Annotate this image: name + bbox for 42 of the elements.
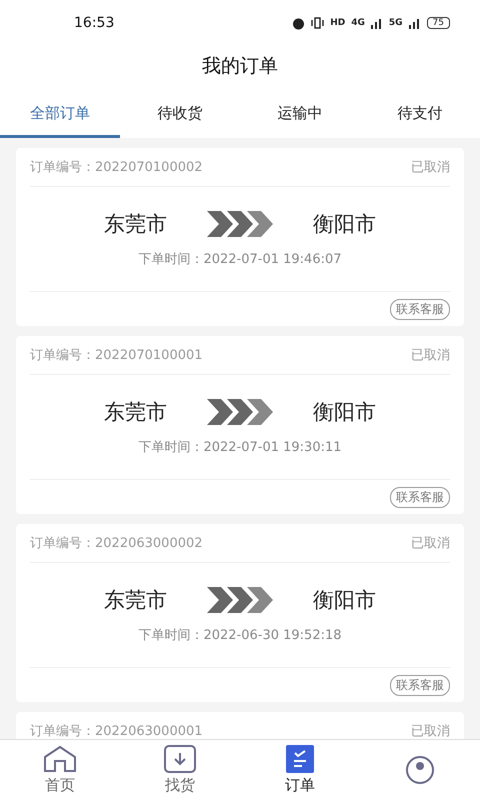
signal-icon (370, 18, 383, 28)
order-time: 下单时间：2022-06-30 19:52:18 (138, 627, 342, 644)
nav-item[interactable]: 首页 (0, 740, 120, 800)
page-title: 我的订单 (201, 54, 279, 79)
order-number: 订单编号：2022070100001 (30, 347, 203, 364)
vibrate-icon (311, 17, 324, 29)
destination-city: 衡阳市 (313, 211, 376, 238)
contact-service-button[interactable]: 联系客服 (390, 674, 450, 696)
origin-city: 东莞市 (104, 211, 167, 238)
order-number: 订单编号：2022063000001 (30, 723, 203, 739)
order-tab[interactable]: 待收货 (120, 92, 240, 138)
contact-service-button[interactable]: 联系客服 (390, 298, 450, 320)
battery-indicator: 75 (426, 17, 450, 29)
order-number: 订单编号：2022063000002 (30, 535, 203, 552)
network-label: 5G (388, 18, 403, 28)
destination-city: 衡阳市 (313, 587, 376, 614)
order-status: 已取消 (411, 347, 450, 364)
chevrons-icon (207, 211, 273, 237)
nav-item[interactable]: 找货 (120, 740, 240, 800)
order-status: 已取消 (411, 159, 450, 176)
order-tab[interactable]: 待支付 (360, 92, 480, 138)
checklist-icon (286, 745, 314, 773)
order-time: 下单时间：2022-07-01 19:30:11 (138, 439, 342, 456)
chevrons-icon (207, 399, 273, 425)
order-status: 已取消 (411, 723, 450, 739)
signal-icon (408, 18, 421, 28)
order-status: 已取消 (411, 535, 450, 552)
hd-indicator: HD (330, 18, 346, 28)
user-icon (405, 755, 435, 785)
network-label: 4G (351, 18, 365, 28)
origin-city: 东莞市 (104, 587, 167, 614)
order-time: 下单时间：2022-07-01 19:46:07 (138, 251, 342, 268)
nav-item[interactable]: 订单 (240, 740, 360, 800)
chevrons-icon (207, 587, 273, 613)
order-tab[interactable]: 运输中 (240, 92, 360, 138)
origin-city: 东莞市 (104, 399, 167, 426)
home-icon (43, 745, 77, 773)
order-number: 订单编号：2022070100002 (30, 159, 203, 176)
status-time: 16:53 (74, 15, 114, 31)
destination-city: 衡阳市 (313, 399, 376, 426)
inbox-download-icon (164, 745, 196, 773)
contact-service-button[interactable]: 联系客服 (390, 486, 450, 508)
